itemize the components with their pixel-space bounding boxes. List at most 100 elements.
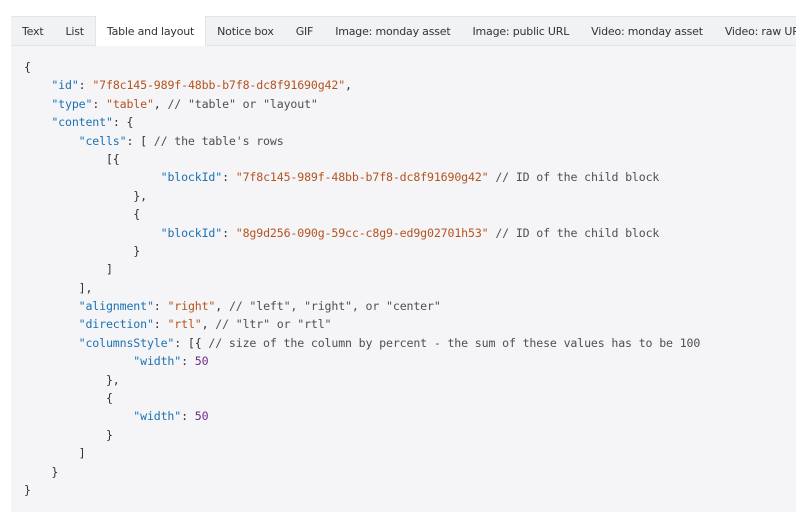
code-line: { bbox=[24, 205, 700, 223]
code-punctuation: { bbox=[24, 60, 31, 74]
tab-text[interactable]: Text bbox=[11, 17, 54, 45]
code-line: "blockId": "8g9d256-090g-59cc-c8g9-ed9g0… bbox=[24, 224, 700, 242]
code-punctuation: , bbox=[215, 299, 229, 314]
code-punctuation: : bbox=[92, 96, 106, 111]
code-key: "alignment" bbox=[78, 299, 154, 314]
code-comment: // size of the column by percent - the s… bbox=[208, 335, 701, 350]
code-line: "blockId": "7f8c145-989f-48bb-b7f8-dc8f9… bbox=[24, 168, 700, 186]
code-punctuation: [{ bbox=[24, 151, 120, 166]
code-punctuation: : [ bbox=[126, 133, 154, 148]
code-line: ] bbox=[24, 444, 700, 462]
code-line: "id": "7f8c145-989f-48bb-b7f8-dc8f91690g… bbox=[24, 76, 700, 94]
code-line: "direction": "rtl", // "ltr" or "rtl" bbox=[24, 315, 700, 333]
code-line: } bbox=[24, 242, 700, 260]
code-punctuation: } bbox=[24, 482, 31, 497]
code-punctuation: : bbox=[78, 78, 93, 93]
code-line: "width": 50 bbox=[24, 407, 700, 425]
code-string: "8g9d256-090g-59cc-c8g9-ed9g02701h53" bbox=[235, 225, 489, 240]
code-line: "width": 50 bbox=[24, 352, 700, 370]
code-key: "type" bbox=[51, 96, 93, 111]
code-panel: { "id": "7f8c145-989f-48bb-b7f8-dc8f9169… bbox=[11, 46, 796, 512]
code-punctuation: : [{ bbox=[174, 335, 209, 350]
code-line: } bbox=[24, 463, 700, 481]
code-line: { bbox=[24, 58, 700, 76]
tab-image-monday-asset[interactable]: Image: monday asset bbox=[324, 17, 461, 45]
code-line: [{ bbox=[24, 150, 700, 168]
code-line: "type": "table", // "table" or "layout" bbox=[24, 95, 700, 113]
code-punctuation: { bbox=[24, 391, 113, 406]
code-punctuation bbox=[24, 78, 51, 92]
code-key: "direction" bbox=[78, 317, 154, 332]
code-punctuation: { bbox=[24, 207, 141, 222]
code-line: } bbox=[24, 481, 700, 499]
code-punctuation: ], bbox=[24, 280, 93, 295]
code-line: "columnsStyle": [{ // size of the column… bbox=[24, 334, 701, 352]
code-line: { bbox=[24, 389, 700, 407]
code-punctuation: } bbox=[24, 464, 59, 479]
tab-bar: Text List Table and layout Notice box GIF Ima… bbox=[11, 16, 796, 46]
code-line: "cells": [ // the table's rows bbox=[24, 132, 700, 150]
code-punctuation: : bbox=[181, 354, 195, 369]
code-punctuation bbox=[24, 115, 51, 129]
code-string: "table" bbox=[105, 96, 154, 111]
code-punctuation: : bbox=[153, 299, 168, 314]
code-comment: // ID of the child block bbox=[495, 170, 660, 185]
tab-list[interactable]: List bbox=[54, 17, 94, 45]
code-punctuation bbox=[24, 354, 133, 368]
code-line: ] bbox=[24, 260, 700, 278]
code-punctuation bbox=[24, 226, 161, 240]
code-punctuation: : bbox=[222, 225, 236, 240]
code-punctuation: , bbox=[201, 317, 216, 332]
code-punctuation bbox=[24, 170, 161, 184]
code-comment: // "left", "right", or "center" bbox=[228, 299, 441, 314]
code-punctuation: : { bbox=[112, 115, 134, 130]
code-line: "alignment": "right", // "left", "right"… bbox=[24, 297, 700, 315]
code-punctuation bbox=[24, 134, 79, 148]
code-string: "7f8c145-989f-48bb-b7f8-dc8f91690g42" bbox=[235, 170, 489, 185]
code-punctuation: ] bbox=[24, 262, 113, 277]
code-punctuation: } bbox=[24, 243, 141, 258]
code-punctuation bbox=[24, 336, 79, 350]
code-punctuation bbox=[24, 409, 133, 423]
code-comment: // "ltr" or "rtl" bbox=[215, 317, 332, 332]
code-punctuation: }, bbox=[24, 372, 120, 387]
code-line: "content": { bbox=[24, 113, 700, 131]
code-comment: // the table's rows bbox=[153, 133, 284, 148]
code-key: "blockId" bbox=[160, 170, 223, 185]
code-punctuation: , bbox=[345, 78, 352, 93]
code-comment: // "table" or "layout" bbox=[167, 96, 318, 111]
code-number: 50 bbox=[194, 354, 209, 369]
code-key: "blockId" bbox=[160, 225, 223, 240]
code-key: "cells" bbox=[78, 133, 127, 148]
code-key: "content" bbox=[51, 115, 113, 130]
code-key: "id" bbox=[51, 78, 79, 93]
code-punctuation bbox=[24, 317, 79, 331]
code-string: "7f8c145-989f-48bb-b7f8-dc8f91690g42" bbox=[92, 78, 346, 93]
tab-video-monday-asset[interactable]: Video: monday asset bbox=[580, 17, 714, 45]
code-punctuation bbox=[24, 97, 51, 111]
code-line: }, bbox=[24, 187, 700, 205]
code-key: "width" bbox=[133, 409, 182, 424]
code-punctuation: : bbox=[181, 409, 195, 424]
code-comment: // ID of the child block bbox=[495, 225, 660, 240]
code-punctuation bbox=[24, 299, 79, 313]
code-line: ], bbox=[24, 279, 700, 297]
code-block: { "id": "7f8c145-989f-48bb-b7f8-dc8f9169… bbox=[24, 58, 700, 499]
tab-gif[interactable]: GIF bbox=[285, 17, 325, 45]
tab-table-and-layout[interactable]: Table and layout bbox=[94, 16, 207, 46]
tab-notice-box[interactable]: Notice box bbox=[206, 17, 285, 45]
code-string: "right" bbox=[167, 299, 216, 314]
code-key: "width" bbox=[133, 354, 182, 369]
code-string: "rtl" bbox=[167, 317, 202, 332]
code-punctuation: }, bbox=[24, 188, 147, 203]
code-line: } bbox=[24, 426, 700, 444]
code-punctuation: : bbox=[153, 317, 168, 332]
tab-video-raw-url[interactable]: Video: raw URL bbox=[714, 17, 796, 45]
code-line: }, bbox=[24, 371, 700, 389]
code-punctuation: } bbox=[24, 427, 113, 442]
tab-image-public-url[interactable]: Image: public URL bbox=[461, 17, 580, 45]
code-number: 50 bbox=[194, 409, 209, 424]
code-punctuation: : bbox=[222, 170, 236, 185]
code-punctuation: ] bbox=[24, 446, 86, 461]
code-punctuation: , bbox=[153, 96, 168, 111]
